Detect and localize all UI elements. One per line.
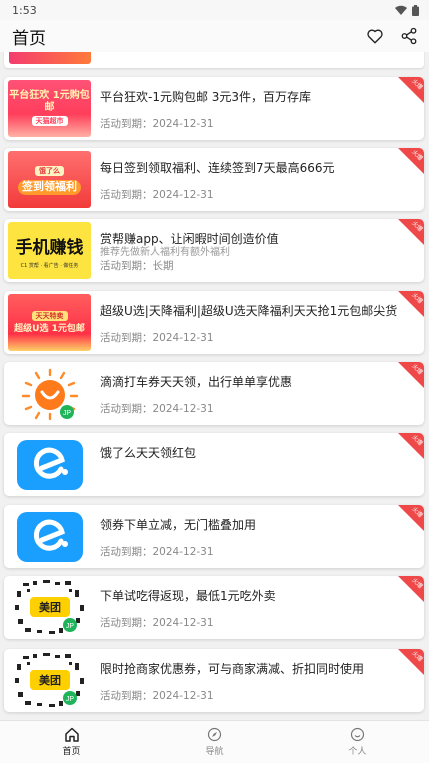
page-title: 首页	[12, 28, 46, 49]
eleme-logo-icon	[16, 511, 83, 562]
card-thumbnail: 美团 JP	[8, 579, 91, 636]
card-thumbnail	[8, 508, 91, 565]
svg-text:JP: JP	[62, 410, 71, 417]
card-title: 超级U选|天降福利|超级U选天降福利天天抢1元包邮尖货	[100, 304, 398, 318]
card-title: 平台狂欢-1元购包邮 3元3件，百万存库	[100, 90, 312, 104]
card-thumbnail	[8, 436, 91, 493]
status-bar: 1:53	[0, 0, 429, 20]
card-expiry: 活动到期：2024-12-31	[100, 118, 214, 130]
activity-card[interactable]: 饿了么 签到领福利 每日签到领取福利、连续签到7天最高666元 活动到期：202…	[4, 148, 424, 211]
app-bar: 首页	[0, 20, 429, 52]
card-title: 每日签到领取福利、连续签到7天最高666元	[100, 161, 335, 175]
thumb-tag: 天天特卖	[31, 310, 68, 321]
status-icons	[395, 4, 419, 16]
card-subtitle: 推荐先做新人福利有额外福利	[100, 247, 230, 258]
nav-label: 导航	[205, 747, 224, 757]
card-title: 赏帮赚app、让闲暇时间创造价值	[100, 232, 279, 246]
card-expiry: 活动到期：2024-12-31	[100, 690, 214, 702]
nav-item-profile[interactable]: 个人	[286, 721, 429, 763]
thumb-label: 平台狂欢 1元购包邮	[9, 90, 90, 113]
activity-card[interactable]: 饿了么天天领红包 火爆	[4, 433, 424, 496]
card-title: 饿了么天天领红包	[100, 446, 197, 460]
thumb-tag: C1 赏帮 · 看广告 · 做任务	[20, 262, 79, 269]
battery-icon	[412, 4, 419, 16]
thumb-label: 美团	[39, 673, 61, 687]
activity-card[interactable]: JP 滴滴打车券天天领，出行单单享优惠 活动到期：2024-12-31 火爆	[4, 362, 424, 425]
card-expiry: 活动到期：2024-12-31	[100, 546, 214, 558]
card-thumbnail: 手机赚钱 C1 赏帮 · 看广告 · 做任务	[8, 222, 91, 279]
activity-card[interactable]: 手机赚钱 C1 赏帮 · 看广告 · 做任务 赏帮赚app、让闲暇时间创造价值 …	[4, 219, 424, 282]
didi-qr-logo-icon: JP	[21, 368, 78, 420]
thumb-label: 手机赚钱	[15, 237, 84, 258]
activity-card[interactable]: 美团 JP 限时抢商家优惠券，可与商家满减、折扣同时使用 活动到期：2024-1…	[4, 649, 424, 712]
thumb-tag: 天猫超市	[31, 116, 68, 127]
nav-item-navigation[interactable]: 导航	[143, 721, 286, 763]
meituan-qr-logo-icon: 美团 JP	[14, 653, 84, 707]
share-icon[interactable]	[399, 26, 419, 46]
card-thumbnail: 天天特卖 超级U选 1元包邮	[8, 294, 91, 351]
activity-feed[interactable]: 平台狂欢 1元购包邮 天猫超市 平台狂欢-1元购包邮 3元3件，百万存库 活动到…	[0, 52, 429, 720]
nav-item-home[interactable]: 首页	[0, 721, 143, 763]
activity-card[interactable]: 领券下单立减，无门槛叠加用 活动到期：2024-12-31 火爆	[4, 505, 424, 568]
card-thumbnail: 美团 JP	[8, 652, 91, 709]
nav-label: 个人	[348, 747, 367, 757]
card-title: 滴滴打车券天天领，出行单单享优惠	[100, 375, 293, 389]
favorite-icon[interactable]	[365, 26, 385, 46]
thumb-label: 签到领福利	[18, 180, 81, 195]
app-actions	[365, 26, 419, 46]
activity-card[interactable]: 美团 JP 下单试吃得返现，最低1元吃外卖 活动到期：2024-12-31 火爆	[4, 576, 424, 639]
card-thumbnail: JP	[8, 365, 91, 422]
card-expiry: 活动到期：长期	[100, 260, 174, 272]
activity-card[interactable]: 天天特卖 超级U选 1元包邮 超级U选|天降福利|超级U选天降福利天天抢1元包邮…	[4, 291, 424, 354]
card-title: 领券下单立减，无门槛叠加用	[100, 518, 257, 532]
wifi-icon	[395, 5, 407, 15]
card-thumbnail: 平台狂欢 1元购包邮 天猫超市	[8, 80, 91, 137]
card-title: 下单试吃得返现，最低1元吃外卖	[100, 589, 276, 603]
activity-card[interactable]: 平台狂欢 1元购包邮 天猫超市 平台狂欢-1元购包邮 3元3件，百万存库 活动到…	[4, 77, 424, 140]
thumb-label: 超级U选 1元包邮	[14, 324, 85, 334]
svg-text:JP: JP	[65, 623, 74, 630]
card-title: 限时抢商家优惠券，可与商家满减、折扣同时使用	[100, 662, 365, 676]
thumb-tag: 饿了么	[35, 166, 64, 177]
card-expiry: 活动到期：2024-12-31	[100, 403, 214, 415]
card-expiry: 活动到期：2024-12-31	[100, 617, 214, 629]
meituan-qr-logo-icon: 美团 JP	[14, 580, 84, 634]
eleme-logo-icon	[16, 439, 83, 490]
card-expiry: 活动到期：2024-12-31	[100, 332, 214, 344]
card-expiry: 活动到期：2024-12-31	[100, 189, 214, 201]
card-thumbnail: 饿了么 签到领福利	[8, 151, 91, 208]
nav-label: 首页	[62, 747, 81, 757]
partial-card[interactable]	[4, 52, 424, 68]
partial-card-thumb	[9, 52, 91, 64]
compass-icon	[207, 727, 222, 742]
bottom-nav: 首页 导航 个人	[0, 720, 429, 763]
smile-icon	[350, 727, 365, 742]
home-icon	[64, 727, 79, 742]
svg-text:JP: JP	[65, 696, 74, 703]
status-time: 1:53	[12, 3, 37, 17]
thumb-label: 美团	[39, 600, 61, 614]
